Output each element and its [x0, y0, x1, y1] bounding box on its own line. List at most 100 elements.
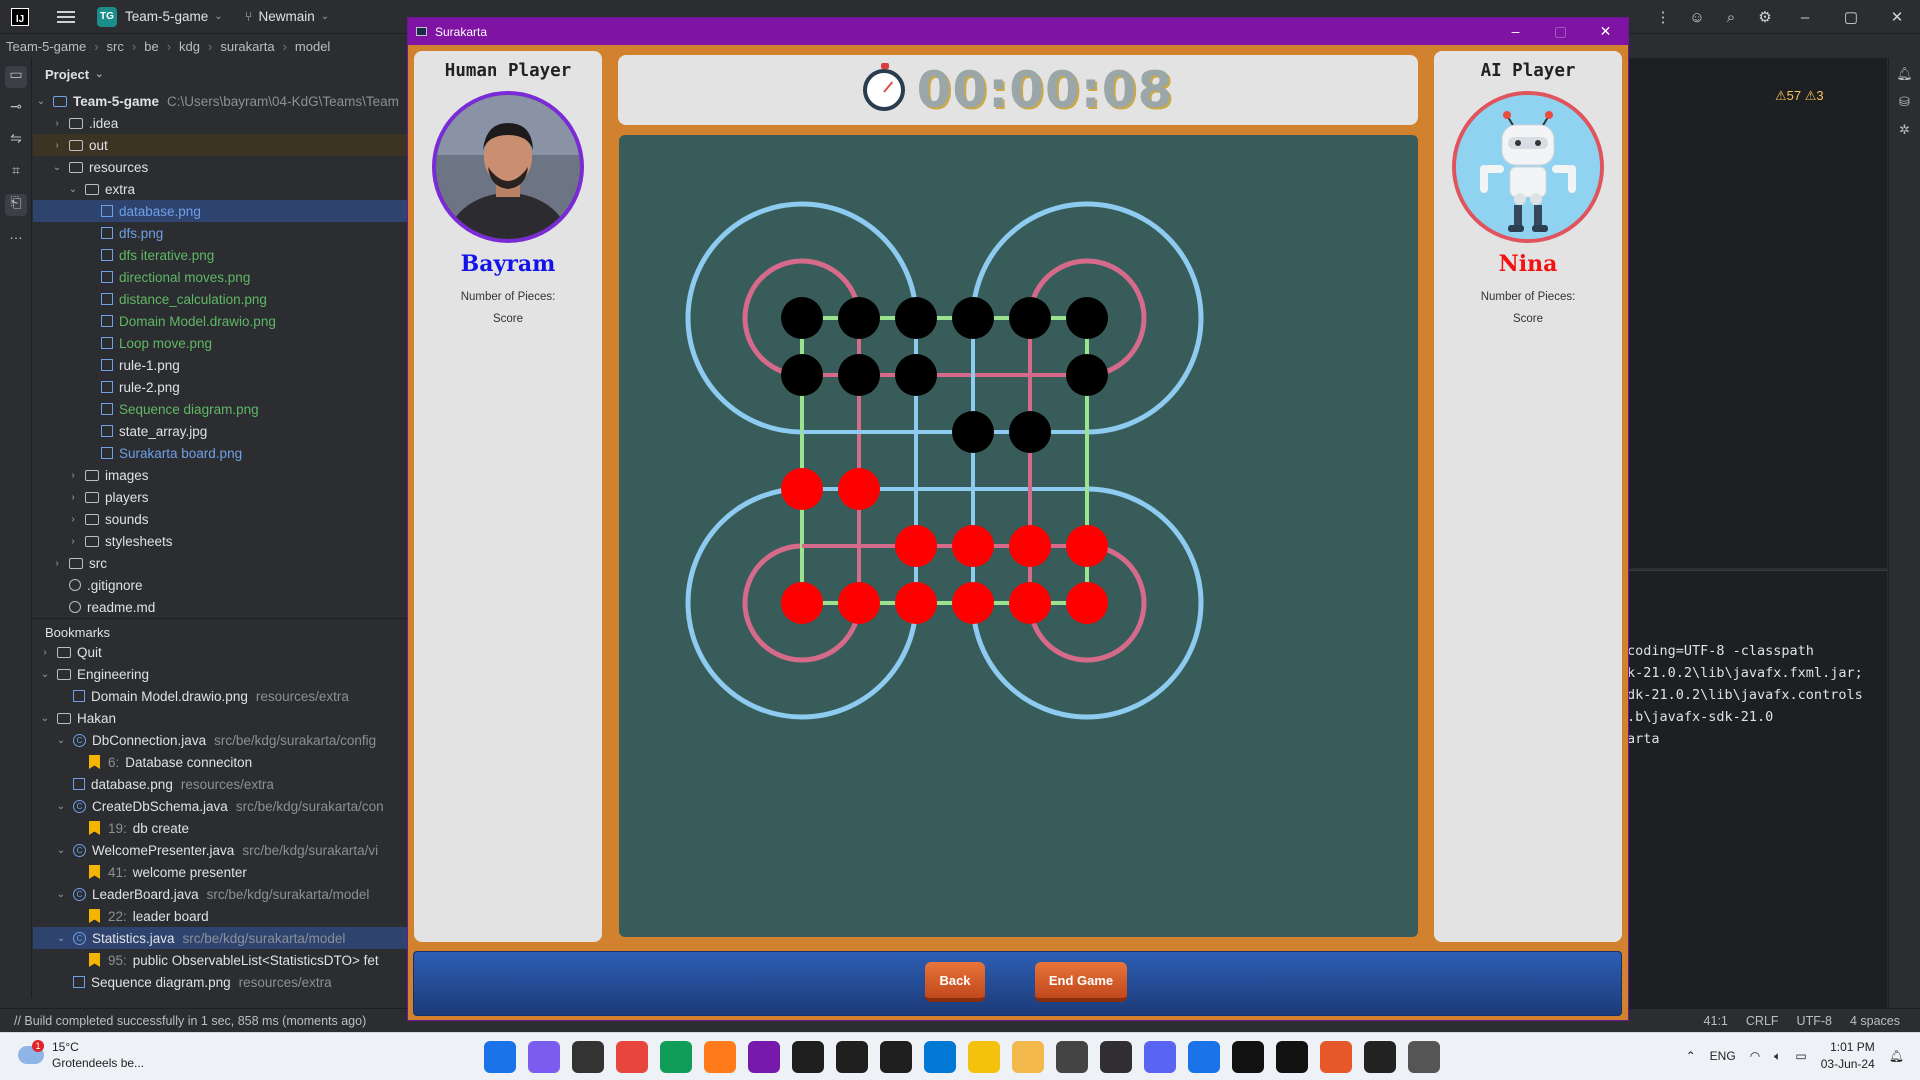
bookmark-item[interactable]: Domain Model.drawio.png resources/extra — [33, 685, 410, 707]
red-piece[interactable] — [952, 582, 994, 624]
breadcrumb-item[interactable]: be — [144, 39, 158, 54]
indent-setting[interactable]: 4 spaces — [1850, 1014, 1900, 1028]
start-taskbar-icon[interactable] — [484, 1041, 516, 1073]
black-piece[interactable] — [1009, 411, 1051, 453]
chevron-down-icon[interactable]: ⌄ — [53, 933, 69, 944]
commit-icon[interactable]: ⊸ — [5, 98, 27, 120]
red-piece[interactable] — [895, 582, 937, 624]
kdg-taskbar-icon[interactable] — [1056, 1041, 1088, 1073]
chevron-right-icon[interactable]: › — [65, 514, 81, 525]
vscode-taskbar-icon[interactable] — [924, 1041, 956, 1073]
red-piece[interactable] — [1009, 582, 1051, 624]
project-tool-icon[interactable]: ▭ — [5, 66, 27, 88]
obs-taskbar-icon[interactable] — [1100, 1041, 1132, 1073]
datagrip-taskbar-icon[interactable] — [880, 1041, 912, 1073]
black-piece[interactable] — [952, 297, 994, 339]
tree-item[interactable]: › sounds — [33, 508, 410, 530]
copilot-taskbar-icon[interactable] — [528, 1041, 560, 1073]
red-piece[interactable] — [838, 582, 880, 624]
files-taskbar-icon[interactable] — [1012, 1041, 1044, 1073]
chrome-taskbar-icon[interactable] — [616, 1041, 648, 1073]
chevron-down-icon[interactable]: ⌄ — [214, 11, 222, 22]
tree-item[interactable]: state_array.jpg — [33, 420, 410, 442]
bookmarks-icon[interactable]: ⎗ — [5, 194, 27, 216]
black-piece[interactable] — [1066, 297, 1108, 339]
webstorm-taskbar-icon[interactable] — [836, 1041, 868, 1073]
chevron-down-icon[interactable]: ⌄ — [37, 669, 53, 680]
chevron-down-icon[interactable]: ⌄ — [53, 801, 69, 812]
chevron-right-icon[interactable]: › — [49, 558, 65, 569]
pull-requests-icon[interactable]: ⇋ — [5, 130, 27, 152]
tree-item[interactable]: › stylesheets — [33, 530, 410, 552]
tree-item[interactable]: Sequence diagram.png — [33, 398, 410, 420]
tree-item[interactable]: database.png — [33, 200, 410, 222]
line-separator[interactable]: CRLF — [1746, 1014, 1779, 1028]
explorer-win-taskbar-icon[interactable] — [572, 1041, 604, 1073]
black-piece[interactable] — [838, 297, 880, 339]
weather-widget[interactable]: 1 15°C Grotendeels be... — [18, 1039, 144, 1071]
chevron-down-icon[interactable]: ⌄ — [65, 184, 81, 195]
project-switcher[interactable]: Team-5-game — [125, 9, 208, 24]
tree-item[interactable]: › images — [33, 464, 410, 486]
bookmark-item[interactable]: ⌄ C Statistics.java src/be/kdg/surakarta/mo… — [33, 927, 410, 949]
onenote-taskbar-icon[interactable] — [748, 1041, 780, 1073]
surakarta-taskbar-icon[interactable] — [1408, 1041, 1440, 1073]
bookmark-item[interactable]: 41: welcome presenter — [33, 861, 410, 883]
tree-item[interactable]: rule-2.png — [33, 376, 410, 398]
surakarta-board[interactable] — [619, 135, 1418, 937]
chevron-right-icon[interactable]: › — [65, 492, 81, 503]
tree-item[interactable]: Surakarta board.png — [33, 442, 410, 464]
notification-bell-icon[interactable]: 🔔︎ — [1889, 1049, 1904, 1063]
tree-item[interactable]: dfs.png — [33, 222, 410, 244]
gear-icon[interactable]: ⚙ — [1748, 8, 1782, 26]
red-piece[interactable] — [1066, 582, 1108, 624]
end-game-button[interactable]: End Game — [1035, 962, 1127, 1002]
branch-switcher[interactable]: Newmain — [258, 9, 314, 24]
tree-item[interactable]: ⌄ extra — [33, 178, 410, 200]
chevron-down-icon[interactable]: ⌄ — [53, 889, 69, 900]
black-piece[interactable] — [838, 354, 880, 396]
calendar-taskbar-icon[interactable] — [1276, 1041, 1308, 1073]
chevron-down-icon[interactable]: ⌄ — [37, 713, 53, 724]
black-piece[interactable] — [1009, 297, 1051, 339]
account-icon[interactable]: ☺ — [1680, 9, 1714, 26]
tree-root[interactable]: ⌄ Team-5-game C:\Users\bayram\04-KdG\Tea… — [33, 90, 410, 112]
red-piece[interactable] — [838, 468, 880, 510]
tree-item[interactable]: .gitignore — [33, 574, 410, 596]
black-piece[interactable] — [895, 354, 937, 396]
chevron-down-icon[interactable]: › — [37, 647, 53, 658]
more-icon[interactable]: ⋮ — [1646, 8, 1680, 26]
tree-item[interactable]: › players — [33, 486, 410, 508]
tray-overflow-icon[interactable]: ⌃ — [1686, 1049, 1696, 1063]
red-piece[interactable] — [781, 582, 823, 624]
chevron-down-icon[interactable]: ⌄ — [53, 735, 69, 746]
chevron-down-icon[interactable]: ⌄ — [321, 11, 329, 22]
tree-item[interactable]: Domain Model.drawio.png — [33, 310, 410, 332]
terminal-taskbar-icon[interactable] — [1364, 1041, 1396, 1073]
office-taskbar-icon[interactable] — [1320, 1041, 1352, 1073]
red-piece[interactable] — [1066, 525, 1108, 567]
inspection-warnings[interactable]: ⚠57 ⚠3 — [1775, 88, 1824, 104]
red-piece[interactable] — [1009, 525, 1051, 567]
tree-item[interactable]: › src — [33, 552, 410, 574]
bookmark-item[interactable]: ⌄ Hakan — [33, 707, 410, 729]
tree-item[interactable]: rule-1.png — [33, 354, 410, 376]
search-icon[interactable]: ⌕ — [1714, 9, 1748, 26]
breadcrumb-item[interactable]: model — [295, 39, 330, 54]
tree-item[interactable]: readme.md — [33, 596, 410, 616]
black-piece[interactable] — [952, 411, 994, 453]
bookmark-item[interactable]: 6: Database conneciton — [33, 751, 410, 773]
bookmark-item[interactable]: › Quit — [33, 641, 410, 663]
close-icon[interactable]: ✕ — [1874, 8, 1920, 26]
more-tools-icon[interactable]: … — [5, 226, 27, 248]
black-piece[interactable] — [781, 297, 823, 339]
tree-item[interactable]: › .idea — [33, 112, 410, 134]
bookmark-item[interactable]: ⌄ C DbConnection.java src/be/kdg/surakarta/… — [33, 729, 410, 751]
bookmark-item[interactable]: database.png resources/extra — [33, 773, 410, 795]
chevron-down-icon[interactable]: ⌄ — [33, 96, 49, 107]
firefox-taskbar-icon[interactable] — [704, 1041, 736, 1073]
close-icon[interactable]: ✕ — [1583, 18, 1628, 45]
project-badge[interactable]: TG — [97, 6, 117, 27]
tree-item[interactable]: › out — [33, 134, 410, 156]
maximize-icon[interactable]: ▢ — [1828, 8, 1874, 26]
